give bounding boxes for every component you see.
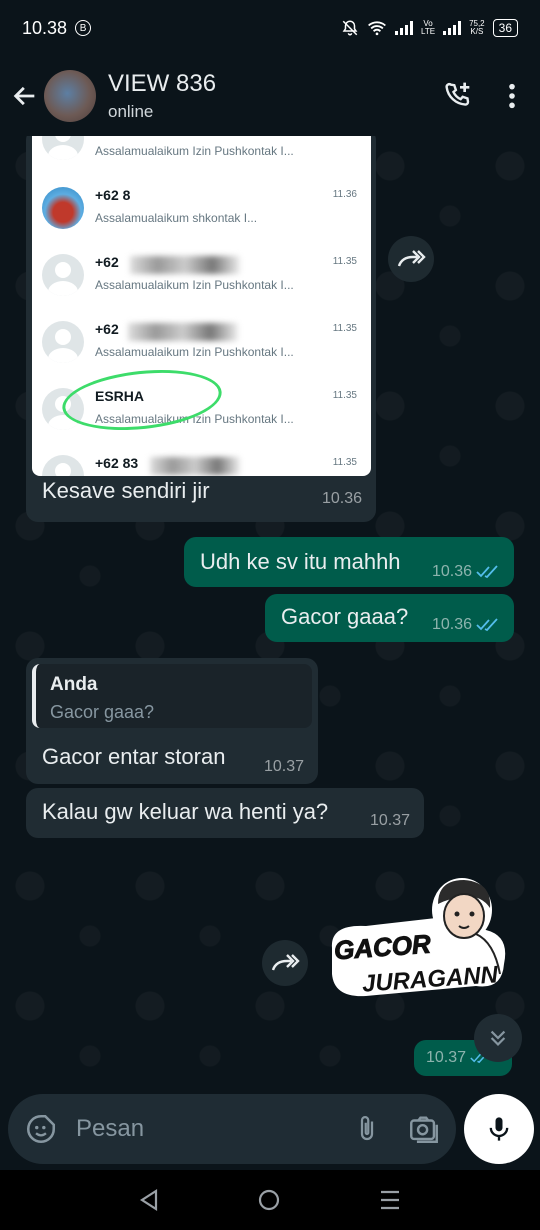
scroll-to-bottom-button[interactable] [474,1014,522,1062]
screenshot-row-time: 11.35 [332,323,357,334]
message-text: Udh ke sv itu mahhh [200,549,401,574]
image-message-bubble[interactable]: Assalamualaikum Izin Pushkontak I... +62… [26,136,376,522]
screenshot-row: +62 83 11.35 [32,443,371,476]
network-speed-unit: K/S [470,27,484,36]
incoming-reply-message[interactable]: Anda Gacor gaaa? Gacor entar storan 10.3… [26,658,318,784]
screenshot-row-time: 11.35 [332,457,357,468]
screenshot-row-name: +62 8 [95,187,131,203]
message-text: Kesave sendiri jir [42,478,210,503]
mute-bell-icon [342,20,358,36]
message-time: 10.37 [264,758,304,776]
screenshot-row-time: 11.36 [332,189,357,200]
contact-info[interactable]: VIEW 836 online [108,70,216,122]
message-input-container[interactable]: Pesan [8,1094,456,1164]
screenshot-row: +62 11.35 Assalamualaikum Izin Pushkonta… [32,309,371,376]
screenshot-row-name: +62 [95,321,119,337]
screenshot-row: Assalamualaikum Izin Pushkontak I... [32,136,371,175]
redaction-blur [128,323,238,341]
nav-home-icon[interactable] [257,1188,281,1212]
screenshot-row-time: 11.35 [332,390,357,401]
network-bottom-label: LTE [420,27,436,36]
quoted-author: Anda [50,674,98,695]
screenshot-row-message: Assalamualaikum Izin Pushkontak I... [95,345,294,359]
nav-back-icon[interactable] [138,1188,160,1212]
contact-placeholder-avatar [42,455,84,476]
forward-icon [271,954,300,971]
wifi-icon [368,21,386,36]
system-navigation-bar [0,1170,540,1230]
message-time-label: 10.37 [369,812,410,829]
redaction-blur [130,256,240,274]
outgoing-message[interactable]: Udh ke sv itu mahhh 10.36 [184,537,514,587]
signal-icon [394,21,413,35]
double-chevron-down-icon [490,1030,506,1046]
contact-placeholder-avatar [42,321,84,363]
screenshot-row-time: 11.35 [332,256,357,267]
screenshot-row-name: +62 83 [95,455,139,471]
more-options-icon[interactable] [508,82,516,110]
read-receipt-icon [476,618,498,632]
contact-avatar[interactable] [44,70,96,122]
contact-status: online [108,102,154,121]
outgoing-message[interactable]: Gacor gaaa? 10.36 [265,594,514,642]
microphone-icon [489,1117,509,1141]
message-time-label: 10.37 [426,1049,467,1066]
camera-icon[interactable] [406,1112,442,1146]
contact-placeholder-avatar [42,254,84,296]
nav-recents-icon[interactable] [378,1189,402,1211]
read-receipt-icon [476,565,498,579]
status-time: 10.38 [22,17,68,38]
message-time-label: 10.36 [321,490,362,507]
screenshot-row-message: Assalamualaikum Izin Pushkontak I... [95,278,294,292]
attach-paperclip-icon[interactable] [352,1114,382,1144]
compose-bar: Pesan [0,1090,540,1170]
forward-button[interactable] [388,236,434,282]
status-bar: 10.38 B Vo LTE 75,2 K/S 36 [0,0,540,56]
message-meta: 10.36 [432,563,500,581]
forward-icon [397,250,426,267]
screenshot-row-message: Assalamualaikum Izin Pushkontak I... [95,144,294,158]
voice-message-button[interactable] [464,1094,534,1164]
incoming-message[interactable]: Kalau gw keluar wa henti ya? 10.37 [26,788,424,838]
message-text: Gacor entar storan [42,744,226,769]
screenshot-row-message: Assalamualaikum shkontak I... [95,211,258,225]
signal-2-icon [443,21,462,35]
screenshot-row: +62 11.35 Assalamualaikum Izin Pushkonta… [32,242,371,309]
message-text: Kalau gw keluar wa henti ya? [42,799,329,824]
message-meta: 10.36 [432,616,500,634]
chat-header: VIEW 836 online [0,56,540,136]
forward-button[interactable] [262,940,308,986]
screenshot-row-name: +62 [95,254,119,270]
contact-photo-avatar [42,187,84,229]
chat-area[interactable]: Assalamualaikum Izin Pushkontak I... +62… [0,136,540,1142]
shared-screenshot-image[interactable]: Assalamualaikum Izin Pushkontak I... +62… [32,136,371,476]
message-time-label: 10.36 [431,616,472,633]
message-time-label: 10.36 [431,563,472,580]
sticker-emoji-icon[interactable] [24,1112,58,1146]
redaction-blur [150,457,240,475]
message-text: Gacor gaaa? [281,604,409,629]
contact-placeholder-avatar [42,136,84,160]
contact-name: VIEW 836 [108,70,217,97]
notification-badge-icon: B [75,20,92,36]
network-speed: 75,2 K/S [469,20,485,36]
message-input[interactable]: Pesan [76,1115,144,1143]
quoted-message[interactable]: Anda Gacor gaaa? [32,664,312,728]
quoted-text: Gacor gaaa? [50,702,155,722]
battery-icon: 36 [492,19,518,37]
screenshot-row: +62 8 11.36 Assalamualaikum shkontak I..… [32,175,371,242]
network-label: Vo LTE [421,20,435,36]
arrow-left-icon [13,86,35,106]
message-time: 10.37 [370,812,410,830]
add-call-icon[interactable] [442,80,474,112]
sticker-message[interactable]: GACOR JURAGANN [326,874,512,1004]
message-time-label: 10.37 [263,758,304,775]
message-time: 10.36 [322,490,362,508]
back-button[interactable] [10,81,40,111]
